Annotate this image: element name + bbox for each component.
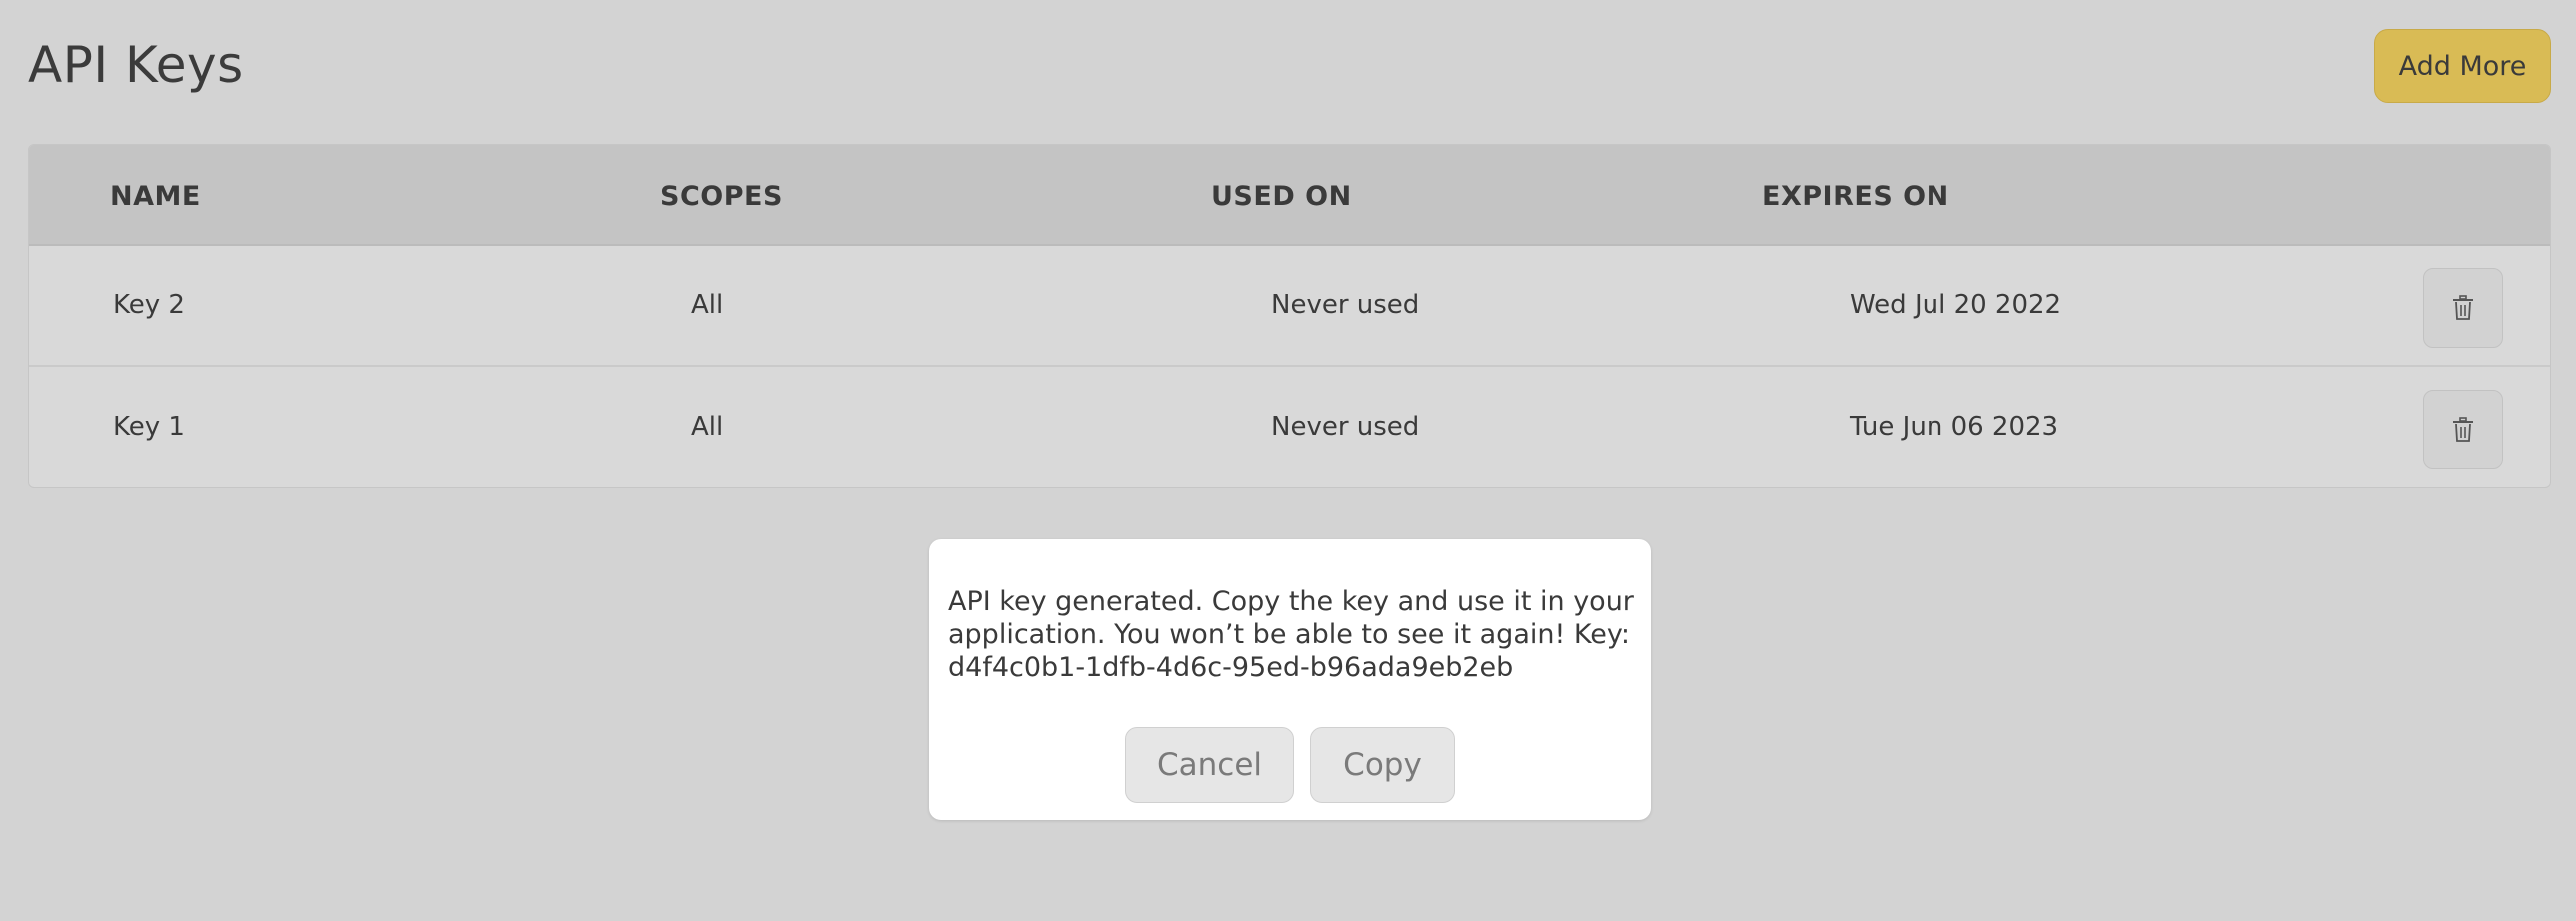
table-header: NAME SCOPES USED ON EXPIRES ON	[29, 145, 2550, 246]
expires-on-cell: Wed Jul 20 2022	[1850, 290, 2062, 320]
scopes-cell: All	[691, 290, 724, 320]
table-row: Key 2 All Never used Wed Jul 20 2022	[29, 246, 2550, 367]
used-on-cell: Never used	[1271, 412, 1420, 442]
dialog-message-text: API key generated. Copy the key and use …	[948, 586, 1634, 650]
cancel-button[interactable]: Cancel	[1125, 727, 1294, 803]
api-key-generated-dialog: API key generated. Copy the key and use …	[929, 539, 1651, 820]
column-header-scopes: SCOPES	[660, 181, 783, 212]
table-row: Key 1 All Never used Tue Jun 06 2023	[29, 368, 2550, 487]
dialog-message: API key generated. Copy the key and use …	[948, 585, 1638, 684]
column-header-used-on: USED ON	[1211, 181, 1352, 212]
scopes-cell: All	[691, 412, 724, 442]
used-on-cell: Never used	[1271, 290, 1420, 320]
trash-icon	[2453, 295, 2473, 320]
column-header-expires-on: EXPIRES ON	[1762, 181, 1949, 212]
key-name-cell: Key 1	[113, 412, 185, 442]
delete-key-button[interactable]	[2423, 268, 2503, 348]
page-title: API Keys	[28, 36, 244, 94]
column-header-name: NAME	[110, 181, 201, 212]
api-keys-page: API Keys Add More NAME SCOPES USED ON EX…	[0, 0, 2576, 921]
copy-button[interactable]: Copy	[1310, 727, 1455, 803]
trash-icon	[2453, 417, 2473, 442]
generated-api-key: d4f4c0b1-1dfb-4d6c-95ed-b96ada9eb2eb	[948, 652, 1514, 683]
expires-on-cell: Tue Jun 06 2023	[1850, 412, 2059, 442]
delete-key-button[interactable]	[2423, 390, 2503, 469]
add-more-button[interactable]: Add More	[2374, 29, 2551, 103]
api-keys-table: NAME SCOPES USED ON EXPIRES ON Key 2 All…	[28, 144, 2551, 488]
key-name-cell: Key 2	[113, 290, 185, 320]
